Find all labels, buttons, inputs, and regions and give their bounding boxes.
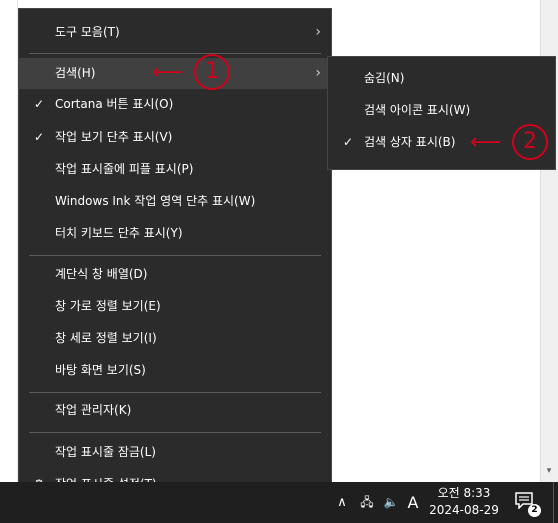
menu-item-show-desktop[interactable]: 바탕 화면 보기(S) bbox=[19, 355, 331, 386]
menu-item-label: Windows Ink 작업 영역 단추 표시(W) bbox=[55, 194, 256, 208]
chevron-right-icon: › bbox=[315, 24, 321, 40]
menu-item-label: 작업 표시줄 잠금(L) bbox=[55, 445, 156, 459]
taskbar-clock[interactable]: 오전 8:33 2024-08-29 bbox=[426, 485, 502, 519]
menu-item-label: 작업 관리자(K) bbox=[55, 403, 132, 417]
menu-separator bbox=[29, 392, 321, 393]
clock-date: 2024-08-29 bbox=[429, 503, 499, 517]
annotation-marker-2: 2 bbox=[512, 124, 548, 160]
check-icon: ✓ bbox=[342, 135, 354, 149]
network-icon[interactable]: 🖧 bbox=[356, 482, 378, 523]
menu-item-label: Cortana 버튼 표시(O) bbox=[55, 97, 174, 111]
menu-item-lock-taskbar[interactable]: 작업 표시줄 잠금(L) bbox=[19, 437, 331, 468]
tray-chevron-up-icon[interactable]: ∧ bbox=[334, 482, 350, 523]
annotation-arrow-left-icon: ⟵ bbox=[152, 60, 184, 85]
check-icon: ✓ bbox=[33, 130, 45, 144]
menu-item-show-task-view-button[interactable]: ✓ 작업 보기 단추 표시(V) bbox=[19, 122, 331, 153]
volume-icon[interactable]: 🔈 bbox=[380, 482, 402, 523]
annotation-arrow-left-icon: ⟵ bbox=[470, 130, 502, 155]
menu-item-label: 바탕 화면 보기(S) bbox=[55, 363, 146, 377]
taskbar[interactable]: ∧ 🖧 🔈 A 오전 8:33 2024-08-29 2 bbox=[0, 482, 558, 523]
menu-separator bbox=[29, 432, 321, 433]
submenu-item-hidden[interactable]: 숨김(N) bbox=[328, 63, 555, 94]
menu-item-label: 창 세로 정렬 보기(I) bbox=[55, 331, 157, 345]
scroll-down-arrow[interactable]: ▾ bbox=[544, 466, 554, 476]
menu-item-show-windows-side-by-side[interactable]: 창 세로 정렬 보기(I) bbox=[19, 323, 331, 354]
menu-item-show-people[interactable]: 작업 표시줄에 피플 표시(P) bbox=[19, 154, 331, 185]
menu-item-show-windows-ink[interactable]: Windows Ink 작업 영역 단추 표시(W) bbox=[19, 186, 331, 217]
menu-item-label: 계단식 창 배열(D) bbox=[55, 267, 148, 281]
chevron-right-icon: › bbox=[315, 65, 321, 81]
check-icon: ✓ bbox=[33, 97, 45, 111]
menu-item-label: 작업 표시줄에 피플 표시(P) bbox=[55, 162, 194, 176]
menu-item-label: 작업 보기 단추 표시(V) bbox=[55, 130, 173, 144]
menu-item-label: 도구 모음(T) bbox=[55, 25, 120, 39]
submenu-item-label: 숨김(N) bbox=[364, 71, 405, 85]
menu-item-toolbars[interactable]: 도구 모음(T) › bbox=[19, 17, 331, 48]
desktop-left-edge bbox=[0, 0, 18, 482]
notification-count-badge: 2 bbox=[528, 504, 541, 517]
menu-item-cascade-windows[interactable]: 계단식 창 배열(D) bbox=[19, 259, 331, 290]
menu-item-label: 검색(H) bbox=[55, 66, 96, 80]
input-indicator[interactable]: A bbox=[404, 482, 422, 523]
show-desktop-button[interactable] bbox=[553, 482, 558, 523]
menu-item-label: 터치 키보드 단추 표시(Y) bbox=[55, 226, 183, 240]
menu-item-label: 창 가로 정렬 보기(E) bbox=[55, 299, 161, 313]
menu-item-show-touch-keyboard[interactable]: 터치 키보드 단추 표시(Y) bbox=[19, 218, 331, 249]
clock-time: 오전 8:33 bbox=[437, 486, 491, 500]
menu-item-show-windows-stacked[interactable]: 창 가로 정렬 보기(E) bbox=[19, 291, 331, 322]
annotation-marker-1: 1 bbox=[194, 54, 230, 90]
submenu-item-label: 검색 상자 표시(B) bbox=[364, 135, 456, 149]
submenu-item-label: 검색 아이콘 표시(W) bbox=[364, 103, 471, 117]
menu-item-task-manager[interactable]: 작업 관리자(K) bbox=[19, 395, 331, 426]
menu-separator bbox=[29, 53, 321, 54]
menu-item-show-cortana-button[interactable]: ✓ Cortana 버튼 표시(O) bbox=[19, 89, 331, 120]
menu-separator bbox=[29, 255, 321, 256]
submenu-item-show-search-icon[interactable]: 검색 아이콘 표시(W) bbox=[328, 95, 555, 126]
